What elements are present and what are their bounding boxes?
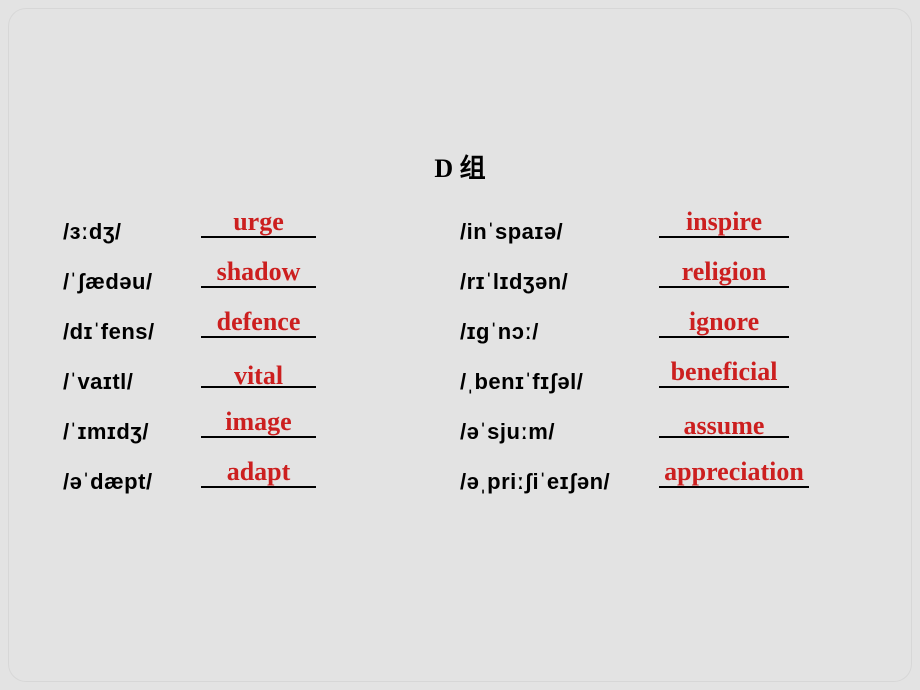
answer-text: adapt bbox=[227, 457, 291, 487]
answer-blank: ignore bbox=[659, 336, 789, 355]
phonetic-text: /ˈvaɪtl/ bbox=[63, 369, 193, 405]
answer-blank: vital bbox=[201, 386, 316, 405]
answer-blank: shadow bbox=[201, 286, 316, 305]
columns-wrap: /ɜːdʒ/ urge /ˈʃædəu/ shadow /dɪˈfens/ de… bbox=[8, 205, 912, 505]
answer-blank: beneficial bbox=[659, 386, 789, 405]
list-item: /rɪˈlɪdʒən/ religion bbox=[460, 255, 857, 305]
answer-text: assume bbox=[684, 411, 765, 441]
right-column: /inˈspaɪə/ inspire /rɪˈlɪdʒən/ religion … bbox=[460, 205, 857, 505]
slide-container: D 组 /ɜːdʒ/ urge /ˈʃædəu/ shadow /dɪˈfens… bbox=[8, 8, 912, 682]
list-item: /ˈɪmɪdʒ/ image bbox=[63, 405, 460, 455]
phonetic-text: /ɪgˈnɔː/ bbox=[460, 319, 655, 355]
list-item: /ˈʃædəu/ shadow bbox=[63, 255, 460, 305]
answer-text: appreciation bbox=[664, 457, 804, 487]
phonetic-text: /ɜːdʒ/ bbox=[63, 219, 193, 255]
phonetic-text: /ˈɪmɪdʒ/ bbox=[63, 419, 193, 455]
phonetic-text: /əˈdæpt/ bbox=[63, 469, 193, 505]
list-item: /əˈdæpt/ adapt bbox=[63, 455, 460, 505]
list-item: /əˈsjuːm/ assume bbox=[460, 405, 857, 455]
list-item: /ɜːdʒ/ urge bbox=[63, 205, 460, 255]
answer-blank: appreciation bbox=[659, 486, 809, 505]
answer-blank: defence bbox=[201, 336, 316, 355]
answer-blank: adapt bbox=[201, 486, 316, 505]
list-item: /inˈspaɪə/ inspire bbox=[460, 205, 857, 255]
answer-text: shadow bbox=[217, 257, 301, 287]
answer-text: image bbox=[225, 407, 291, 437]
phonetic-text: /rɪˈlɪdʒən/ bbox=[460, 269, 655, 305]
group-title: D 组 bbox=[8, 148, 912, 185]
answer-blank: religion bbox=[659, 286, 789, 305]
list-item: /ɪgˈnɔː/ ignore bbox=[460, 305, 857, 355]
list-item: /ˈvaɪtl/ vital bbox=[63, 355, 460, 405]
list-item: /ˌbenɪˈfɪʃəl/ beneficial bbox=[460, 355, 857, 405]
answer-text: beneficial bbox=[671, 357, 778, 387]
phonetic-text: /inˈspaɪə/ bbox=[460, 219, 655, 255]
list-item: /əˌpriːʃiˈeɪʃən/ appreciation bbox=[460, 455, 857, 505]
answer-text: ignore bbox=[689, 307, 759, 337]
list-item: /dɪˈfens/ defence bbox=[63, 305, 460, 355]
phonetic-text: /əˈsjuːm/ bbox=[460, 419, 655, 455]
answer-blank: urge bbox=[201, 236, 316, 255]
answer-text: inspire bbox=[686, 207, 762, 237]
answer-text: religion bbox=[682, 257, 767, 287]
phonetic-text: /dɪˈfens/ bbox=[63, 319, 193, 355]
phonetic-text: /ˈʃædəu/ bbox=[63, 269, 193, 305]
answer-text: vital bbox=[234, 361, 283, 391]
answer-blank: inspire bbox=[659, 236, 789, 255]
answer-text: urge bbox=[233, 207, 284, 237]
answer-blank: assume bbox=[659, 436, 789, 455]
phonetic-text: /əˌpriːʃiˈeɪʃən/ bbox=[460, 469, 655, 505]
answer-text: defence bbox=[217, 307, 301, 337]
answer-blank: image bbox=[201, 436, 316, 455]
phonetic-text: /ˌbenɪˈfɪʃəl/ bbox=[460, 369, 655, 405]
left-column: /ɜːdʒ/ urge /ˈʃædəu/ shadow /dɪˈfens/ de… bbox=[63, 205, 460, 505]
